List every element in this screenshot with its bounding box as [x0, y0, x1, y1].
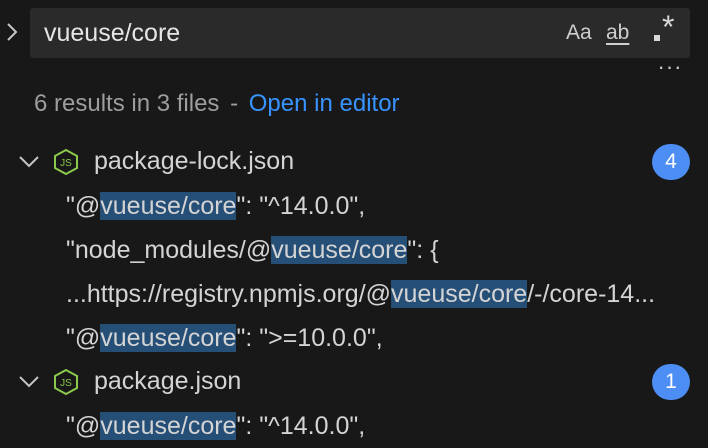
match-highlight: vueuse/core [100, 324, 237, 352]
regex-dot-icon [654, 35, 660, 41]
match-text: "node_modules/@vueuse/core": { [66, 236, 439, 265]
match-text: "@vueuse/core": "^14.0.0", [66, 412, 365, 441]
search-row: Aa ab * ··· [0, 0, 708, 78]
file-row-package-lock[interactable]: JS package-lock.json 4 [0, 140, 708, 184]
match-suffix: ": ">=10.0.0", [236, 324, 383, 352]
toggle-replace-chevron-right-icon[interactable] [2, 18, 22, 46]
match-row[interactable]: ...https://registry.npmjs.org/@vueuse/co… [0, 272, 708, 316]
nodejs-icon: JS [53, 148, 79, 176]
open-in-editor-link[interactable]: Open in editor [249, 90, 400, 117]
match-count-badge: 4 [652, 144, 690, 180]
match-row[interactable]: "@vueuse/core": "^14.0.0", [0, 404, 708, 448]
nodejs-icon: JS [53, 368, 79, 396]
match-prefix: "@ [66, 192, 101, 220]
match-highlight: vueuse/core [391, 280, 528, 308]
svg-text:JS: JS [60, 378, 72, 389]
chevron-down-icon[interactable] [18, 150, 40, 174]
match-text: "@vueuse/core": ">=10.0.0", [66, 324, 383, 353]
match-highlight: vueuse/core [100, 192, 237, 220]
chevron-down-icon[interactable] [18, 370, 40, 394]
match-highlight: vueuse/core [100, 412, 237, 440]
search-results-tree: JS package-lock.json 4 "@vueuse/core": "… [0, 140, 708, 448]
match-count-badge: 1 [652, 364, 690, 400]
match-whole-word-toggle[interactable]: ab [606, 20, 629, 46]
regex-star-icon: * [662, 9, 675, 45]
match-case-toggle[interactable]: Aa [566, 20, 592, 46]
search-input[interactable] [44, 19, 544, 47]
svg-text:JS: JS [60, 158, 72, 169]
results-summary: 6 results in 3 files - Open in editor [34, 90, 400, 118]
file-name: package-lock.json [94, 147, 295, 175]
match-suffix: ": "^14.0.0", [236, 412, 366, 440]
match-highlight: vueuse/core [271, 236, 408, 264]
match-text: "@vueuse/core": "^14.0.0", [66, 192, 365, 221]
match-text: ...https://registry.npmjs.org/@vueuse/co… [66, 280, 655, 309]
match-suffix: ": { [407, 236, 439, 264]
match-prefix: ...https://registry.npmjs.org/@ [66, 280, 392, 308]
match-row[interactable]: "@vueuse/core": ">=10.0.0", [0, 316, 708, 360]
match-row[interactable]: "@vueuse/core": "^14.0.0", [0, 184, 708, 228]
results-count-text: 6 results in 3 files [34, 90, 220, 117]
file-name: package.json [94, 367, 242, 395]
match-row[interactable]: "node_modules/@vueuse/core": { [0, 228, 708, 272]
file-row-package[interactable]: JS package.json 1 [0, 360, 708, 404]
match-prefix: "@ [66, 412, 101, 440]
match-prefix: "node_modules/@ [66, 236, 272, 264]
match-suffix: ": "^14.0.0", [236, 192, 366, 220]
match-prefix: "@ [66, 324, 101, 352]
use-regex-toggle[interactable]: * [652, 11, 682, 46]
match-suffix: /-/core-14... [527, 280, 656, 308]
search-box: Aa ab * [30, 8, 690, 58]
more-actions-button[interactable]: ··· [653, 56, 687, 86]
summary-separator: - [230, 90, 239, 117]
